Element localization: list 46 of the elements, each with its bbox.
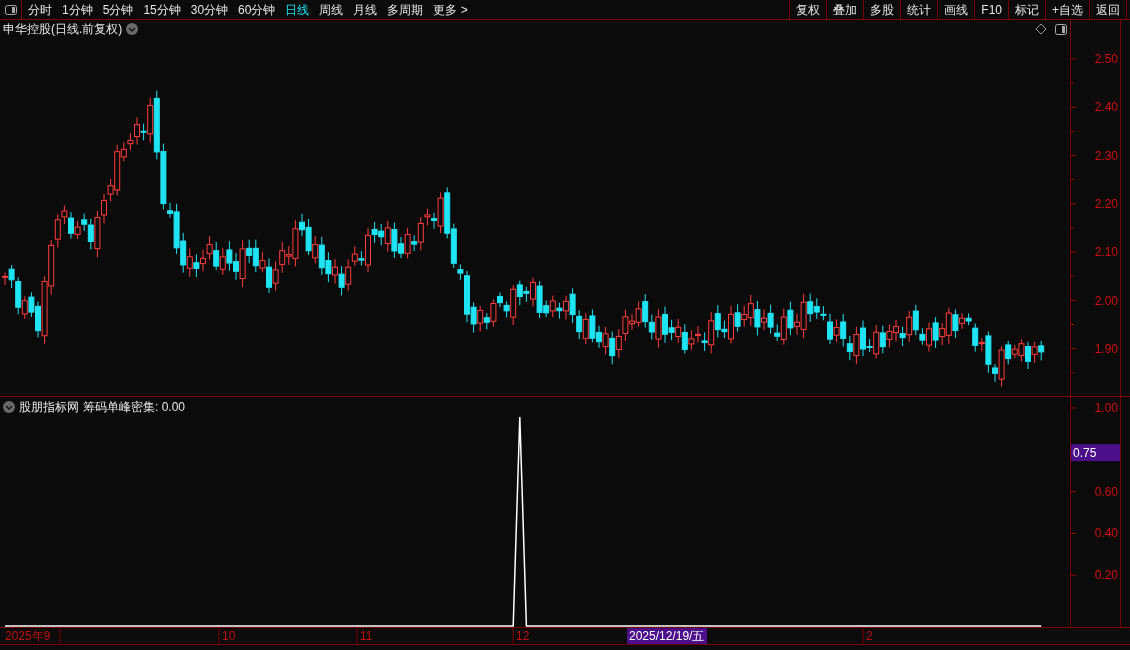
price-tick-label: 2.50 bbox=[1094, 52, 1118, 66]
period-tab[interactable]: 月线 bbox=[353, 0, 378, 19]
price-tick-label: 2.10 bbox=[1094, 245, 1118, 260]
chevron-down-icon[interactable] bbox=[3, 401, 15, 413]
date-label: 2 bbox=[866, 629, 873, 643]
price-tick-label: 2.40 bbox=[1094, 100, 1118, 115]
period-tab[interactable]: 周线 bbox=[319, 0, 344, 19]
diamond-icon[interactable] bbox=[1035, 23, 1047, 35]
price-tick-label: 2.30 bbox=[1094, 148, 1118, 163]
toolbar-button[interactable]: 画线 bbox=[937, 0, 975, 19]
toolbar-button[interactable]: 统计 bbox=[900, 0, 938, 19]
period-tab[interactable]: 分时 bbox=[28, 0, 52, 19]
period-tab[interactable]: 5分钟 bbox=[102, 0, 134, 19]
date-label: 10 bbox=[222, 629, 236, 643]
cursor-date-label: 2025/12/19/五 bbox=[627, 628, 707, 644]
chart-title: 申华控股(日线.前复权) bbox=[3, 21, 123, 38]
indicator-tick-label: 1.00 bbox=[1094, 400, 1118, 415]
price-tick-label: 2.20 bbox=[1094, 196, 1118, 211]
chevron-down-icon[interactable] bbox=[126, 23, 139, 35]
date-label: 12 bbox=[516, 629, 530, 643]
toolbar-button[interactable]: 多股 bbox=[863, 0, 901, 19]
toolbar-button[interactable]: 叠加 bbox=[826, 0, 864, 19]
period-tab[interactable]: 多周期 bbox=[387, 0, 424, 19]
indicator-tick-label: 0.60 bbox=[1094, 484, 1118, 499]
period-tab[interactable]: 60分钟 bbox=[238, 0, 276, 19]
indicator-source: 股朋指标网 bbox=[19, 399, 79, 416]
panel-icon[interactable] bbox=[1055, 23, 1067, 35]
toolbar-button[interactable]: 标记 bbox=[1008, 0, 1045, 19]
indicator-tick-label: 0.20 bbox=[1094, 568, 1118, 583]
toolbar-button[interactable]: 复权 bbox=[789, 0, 827, 19]
toolbar-button[interactable]: +自选 bbox=[1045, 0, 1089, 19]
period-tab[interactable]: 15分钟 bbox=[143, 0, 181, 19]
cursor-value-label: 0.75 bbox=[1071, 444, 1120, 462]
more-button[interactable]: 更多 > bbox=[433, 0, 468, 19]
price-tick-label: 1.90 bbox=[1094, 341, 1118, 356]
date-label: 11 bbox=[360, 629, 373, 643]
panel-icon bbox=[4, 4, 17, 15]
date-label: 2025年9 bbox=[5, 629, 51, 643]
indicator-tick-label: 0.40 bbox=[1094, 526, 1118, 541]
toolbar-button[interactable]: 返回 bbox=[1089, 0, 1126, 19]
indicator-name: 筹码单峰密集: 0.00 bbox=[83, 399, 186, 416]
toolbar-button[interactable]: F10 bbox=[974, 0, 1008, 19]
period-tab[interactable]: 日线 bbox=[285, 0, 310, 19]
price-tick-label: 2.00 bbox=[1094, 293, 1118, 308]
period-tab[interactable]: 1分钟 bbox=[62, 0, 93, 19]
period-tab[interactable]: 30分钟 bbox=[190, 0, 229, 19]
